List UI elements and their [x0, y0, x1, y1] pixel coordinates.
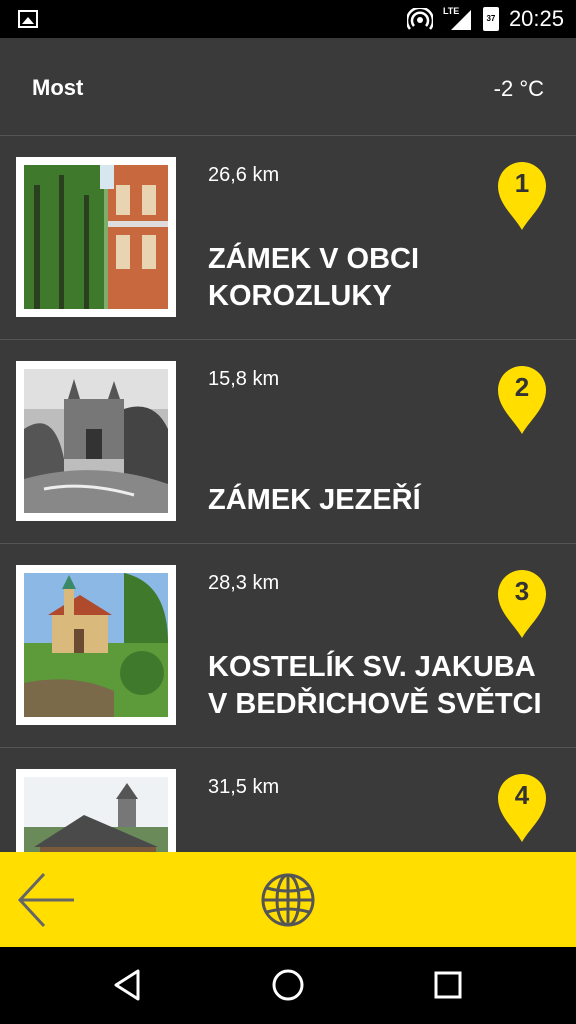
nav-home-icon — [272, 969, 304, 1001]
battery-icon: 37 — [482, 7, 499, 31]
place-distance: 15,8 km — [208, 368, 280, 390]
hotspot-icon — [406, 8, 433, 30]
number-pin-icon: 1 — [496, 160, 548, 232]
bottom-toolbar — [0, 852, 576, 947]
nav-home-button[interactable] — [268, 965, 308, 1005]
list-item[interactable]: 15,8 km ZÁMEK JEZEŘÍ 2 — [0, 340, 576, 544]
pin-number: 1 — [514, 168, 530, 198]
pin-number: 4 — [514, 780, 530, 810]
nav-recents-icon — [434, 971, 462, 999]
nav-back-button[interactable] — [108, 965, 148, 1005]
list-item[interactable]: 26,6 km ZÁMEK V OBCI KOROZLUKY 1 — [0, 136, 576, 340]
place-distance: 28,3 km — [208, 572, 280, 594]
temperature: -2 °C — [493, 76, 544, 101]
pin-number: 2 — [514, 372, 530, 402]
status-bar: LTE 37 20:25 — [0, 0, 576, 38]
place-thumbnail — [16, 565, 176, 725]
nav-back-icon — [114, 969, 140, 1001]
list-item[interactable]: 28,3 km KOSTELÍK SV. JAKUBA V BEDŘICHOVĚ… — [0, 544, 576, 748]
back-arrow-icon — [17, 872, 74, 928]
place-distance: 26,6 km — [208, 164, 280, 186]
language-button[interactable] — [258, 870, 318, 930]
place-thumbnail — [16, 769, 176, 852]
nav-recents-button[interactable] — [428, 965, 468, 1005]
list-item[interactable]: 31,5 km 4 — [0, 748, 576, 852]
number-pin-icon: 3 — [496, 568, 548, 640]
pin-number: 3 — [514, 576, 530, 606]
globe-icon — [261, 873, 315, 927]
back-arrow-button[interactable] — [14, 870, 78, 930]
clock: 20:25 — [508, 6, 564, 31]
signal-icon: LTE — [443, 6, 473, 32]
place-title: KOSTELÍK SV. JAKUBA V BEDŘICHOVĚ SVĚTCI — [208, 651, 542, 720]
place-thumbnail — [16, 361, 176, 521]
system-navigation-bar — [0, 947, 576, 1024]
places-list[interactable]: 26,6 km ZÁMEK V OBCI KOROZLUKY 1 15,8 km… — [0, 136, 576, 852]
place-thumbnail — [16, 157, 176, 317]
place-title: ZÁMEK V OBCI KOROZLUKY — [208, 243, 420, 312]
place-distance: 31,5 km — [208, 776, 280, 798]
number-pin-icon: 4 — [496, 772, 548, 844]
image-notification-icon — [18, 10, 38, 28]
city-name: Most — [32, 75, 84, 100]
place-title: ZÁMEK JEZEŘÍ — [208, 484, 421, 516]
number-pin-icon: 2 — [496, 364, 548, 436]
app-header: Most -2 °C — [0, 38, 576, 136]
battery-level: 37 — [486, 14, 496, 23]
